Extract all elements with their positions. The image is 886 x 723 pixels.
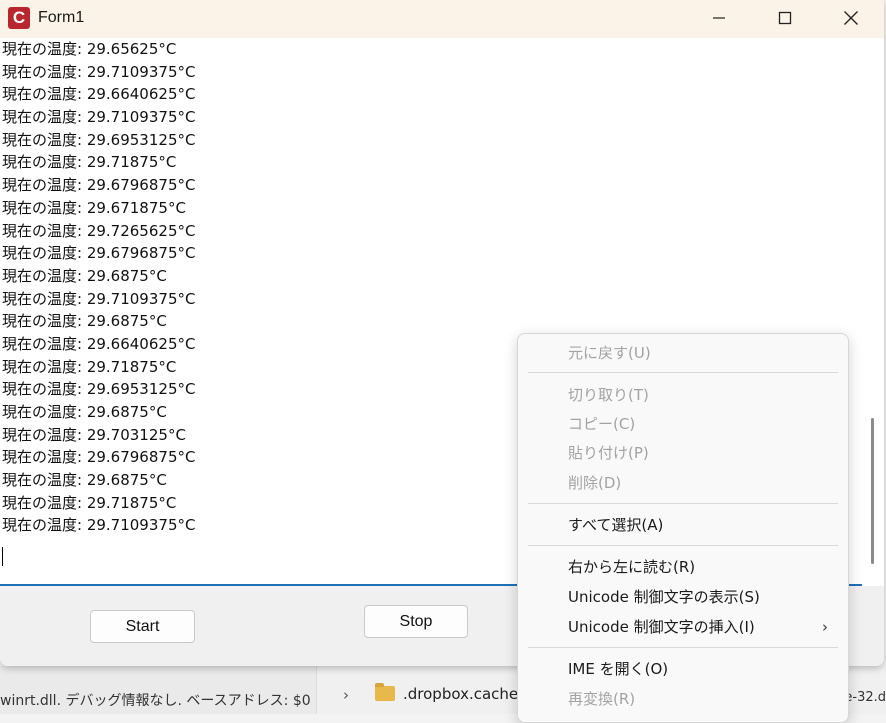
menu-item-reconvert[interactable]: 再変換(R) — [518, 685, 848, 713]
background-right-text: e-32.d — [844, 690, 886, 705]
log-line: 現在の温度: 29.6875°C — [2, 312, 167, 331]
log-line: 現在の温度: 29.71875°C — [2, 153, 177, 172]
menu-item-label: 切り取り(T) — [568, 386, 649, 404]
maximize-button[interactable] — [752, 0, 818, 36]
menu-item-label: すべて選択(A) — [568, 516, 664, 534]
log-line: 現在の温度: 29.6953125°C — [2, 130, 196, 149]
log-line: 現在の温度: 29.671875°C — [2, 198, 186, 217]
menu-item-paste[interactable]: 貼り付け(P) — [518, 439, 848, 467]
window-title: Form1 — [38, 9, 85, 26]
log-line: 現在の温度: 29.6796875°C — [2, 176, 196, 195]
menu-item-right-to-left[interactable]: 右から左に読む(R) — [518, 553, 848, 581]
stop-button[interactable]: Stop — [364, 605, 468, 638]
menu-item-label: 右から左に読む(R) — [568, 558, 696, 576]
text-caret — [2, 547, 3, 566]
start-button[interactable]: Start — [90, 610, 195, 643]
folder-icon — [375, 683, 395, 701]
menu-item-delete[interactable]: 削除(D) — [518, 469, 848, 497]
tree-expand-chevron-icon[interactable]: › — [343, 686, 349, 704]
menu-item-label: Unicode 制御文字の表示(S) — [568, 588, 760, 606]
close-icon — [844, 11, 858, 25]
vertical-scrollbar[interactable] — [862, 38, 884, 586]
log-line: 現在の温度: 29.65625°C — [2, 40, 177, 58]
background-debug-text: winrt.dll. デバッグ情報なし. ベースアドレス: $0 — [0, 693, 311, 709]
submenu-chevron-icon: › — [822, 618, 828, 636]
menu-item-label: IME を開く(O) — [568, 660, 669, 678]
menu-item-label: 貼り付け(P) — [568, 444, 649, 462]
menu-item-cut[interactable]: 切り取り(T) — [518, 381, 848, 409]
log-line: 現在の温度: 29.7109375°C — [2, 289, 196, 308]
menu-separator — [528, 503, 838, 504]
folder-name[interactable]: .dropbox.cache — [403, 685, 518, 703]
text-context-menu: 元に戻す(U) 切り取り(T) コピー(C) 貼り付け(P) 削除(D) すべて… — [517, 333, 849, 723]
menu-item-open-ime[interactable]: IME を開く(O) — [518, 655, 848, 683]
menu-item-select-all[interactable]: すべて選択(A) — [518, 511, 848, 539]
log-line: 現在の温度: 29.6875°C — [2, 266, 167, 285]
maximize-icon — [778, 11, 792, 25]
minimize-icon — [713, 17, 725, 19]
title-bar[interactable]: C Form1 — [0, 0, 884, 38]
log-line: 現在の温度: 29.6796875°C — [2, 244, 196, 263]
menu-item-label: 削除(D) — [568, 474, 622, 492]
menu-item-copy[interactable]: コピー(C) — [518, 410, 848, 438]
log-line: 現在の温度: 29.7265625°C — [2, 221, 196, 240]
menu-separator — [528, 372, 838, 373]
menu-item-label: 再変換(R) — [568, 690, 636, 708]
close-button[interactable] — [818, 0, 884, 36]
menu-item-label: コピー(C) — [568, 415, 636, 433]
scrollbar-thumb[interactable] — [871, 418, 874, 564]
menu-separator — [528, 647, 838, 648]
menu-item-label: 元に戻す(U) — [568, 344, 651, 362]
menu-item-undo[interactable]: 元に戻す(U) — [518, 339, 848, 367]
log-line: 現在の温度: 29.6640625°C — [2, 85, 196, 104]
app-icon[interactable]: C — [8, 7, 30, 29]
minimize-button[interactable] — [686, 0, 752, 36]
menu-item-insert-unicode-control[interactable]: Unicode 制御文字の挿入(I) › — [518, 613, 848, 641]
menu-item-label: Unicode 制御文字の挿入(I) — [568, 618, 755, 636]
menu-separator — [528, 545, 838, 546]
log-line: 現在の温度: 29.7109375°C — [2, 62, 196, 81]
log-line: 現在の温度: 29.7109375°C — [2, 108, 196, 127]
menu-item-show-unicode-control[interactable]: Unicode 制御文字の表示(S) — [518, 583, 848, 611]
